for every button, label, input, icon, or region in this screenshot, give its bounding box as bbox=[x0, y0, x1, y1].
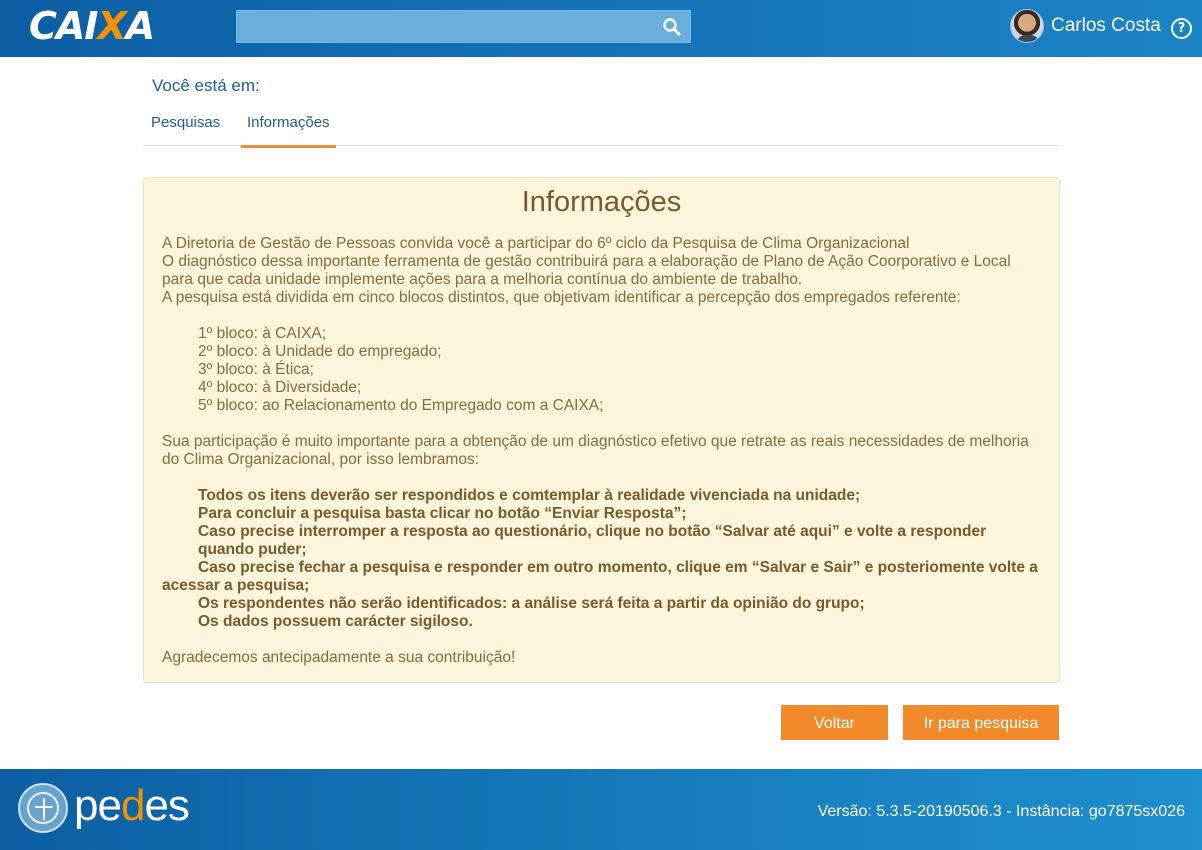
reminder-item: Caso precise interromper a resposta ao q… bbox=[198, 523, 987, 558]
reminder-item: Caso precise fechar a pesquisa e respond… bbox=[162, 559, 1038, 594]
search-input[interactable] bbox=[237, 11, 647, 42]
thanks-paragraph: Agradecemos antecipadamente a sua contri… bbox=[162, 649, 516, 666]
footer: pedes Versão: 5.3.5-20190506.3 - Instânc… bbox=[0, 769, 1202, 850]
block-item: 5º bloco: ao Relacionamento do Empregado… bbox=[198, 397, 604, 414]
breadcrumb: Pesquisas Informações bbox=[143, 107, 1059, 148]
block-item: 1º bloco: à CAIXA; bbox=[198, 325, 327, 342]
pedes-logo-icon bbox=[18, 783, 68, 833]
search-box bbox=[236, 10, 691, 43]
intro-paragraph: A Diretoria de Gestão de Pessoas convida… bbox=[162, 235, 910, 252]
pedes-logo-d: d bbox=[120, 781, 146, 830]
pedes-logo-left: pe bbox=[74, 781, 122, 830]
reminder-item: Os respondentes não serão identificados:… bbox=[198, 595, 865, 612]
info-text: A Diretoria de Gestão de Pessoas convida… bbox=[162, 235, 1042, 667]
logo-text-left: CAI bbox=[29, 4, 98, 48]
participation-paragraph: Sua participação é muito importante para… bbox=[162, 433, 1029, 468]
help-icon[interactable]: ? bbox=[1171, 18, 1192, 39]
pedes-logo: pedes bbox=[74, 781, 190, 831]
reminder-item: Para concluir a pesquisa basta clicar no… bbox=[198, 505, 687, 522]
version-info: Versão: 5.3.5-20190506.3 - Instância: go… bbox=[817, 803, 1185, 820]
page-title: Informações bbox=[521, 186, 682, 218]
intro-paragraph: A pesquisa está dividida em cinco blocos… bbox=[162, 289, 961, 306]
user-menu[interactable]: Carlos Costa bbox=[1010, 9, 1161, 43]
top-header: CAI X A Carlos Costa ? bbox=[0, 0, 1202, 57]
search-icon[interactable] bbox=[662, 17, 682, 37]
pedes-logo-right: es bbox=[144, 781, 189, 830]
logo-text-right: A bbox=[125, 4, 155, 48]
block-item: 2º bloco: à Unidade do empregado; bbox=[198, 343, 442, 360]
reminder-item: Todos os itens deverão ser respondidos e… bbox=[198, 487, 861, 504]
caixa-logo[interactable]: CAI X A bbox=[29, 4, 155, 48]
user-avatar bbox=[1010, 9, 1044, 43]
tab-informacoes[interactable]: Informações bbox=[241, 114, 336, 148]
reminder-item: Os dados possuem carácter sigiloso. bbox=[198, 613, 473, 630]
block-item: 3º bloco: à Ética; bbox=[198, 361, 314, 378]
block-item: 4º bloco: à Diversidade; bbox=[198, 379, 362, 396]
tab-pesquisas[interactable]: Pesquisas bbox=[151, 114, 220, 131]
breadcrumb-label: Você está em: bbox=[152, 76, 260, 95]
go-to-survey-button[interactable]: Ir para pesquisa bbox=[903, 705, 1059, 740]
user-name: Carlos Costa bbox=[1051, 15, 1161, 36]
back-button[interactable]: Voltar bbox=[781, 705, 888, 740]
logo-text-x: X bbox=[97, 4, 126, 48]
info-panel: Informações A Diretoria de Gestão de Pes… bbox=[143, 177, 1060, 683]
intro-paragraph: O diagnóstico dessa importante ferrament… bbox=[162, 253, 1011, 288]
